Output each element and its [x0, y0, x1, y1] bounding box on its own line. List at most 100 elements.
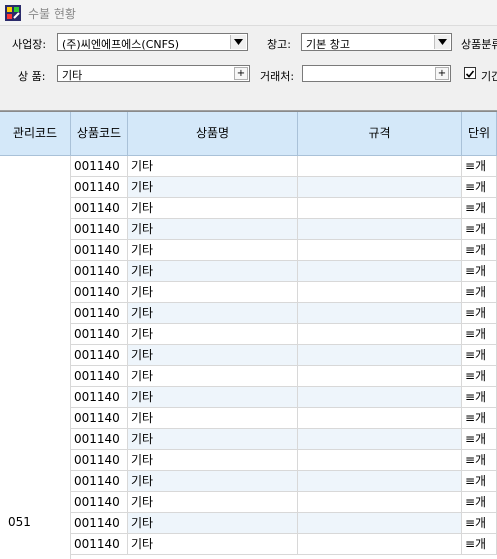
product-name-cell[interactable]: 기타: [128, 324, 298, 345]
product-code-cell[interactable]: 001140: [71, 282, 128, 303]
category-label: 상품분류: [461, 38, 497, 51]
unit-cell[interactable]: ≡개: [462, 366, 497, 387]
product-name-cell[interactable]: 기타: [128, 387, 298, 408]
spec-cell[interactable]: [298, 429, 462, 450]
spec-cell[interactable]: [298, 324, 462, 345]
product-code-cell[interactable]: 001140: [71, 345, 128, 366]
unit-cell[interactable]: ≡개: [462, 177, 497, 198]
spec-cell[interactable]: [298, 366, 462, 387]
spec-cell[interactable]: [298, 219, 462, 240]
product-name-cell[interactable]: 기타: [128, 345, 298, 366]
spec-cell[interactable]: [298, 198, 462, 219]
unit-cell[interactable]: ≡개: [462, 534, 497, 555]
unit-cell[interactable]: ≡개: [462, 219, 497, 240]
product-name-cell[interactable]: 기타: [128, 534, 298, 555]
app-icon: [5, 5, 21, 21]
unit-cell[interactable]: ≡개: [462, 345, 497, 366]
spec-cell[interactable]: [298, 408, 462, 429]
product-name-cell[interactable]: 기타: [128, 177, 298, 198]
product-code-cell[interactable]: 001140: [71, 324, 128, 345]
product-code-cell[interactable]: 001140: [71, 240, 128, 261]
warehouse-label: 창고:: [267, 38, 291, 51]
product-name-cell[interactable]: 기타: [128, 492, 298, 513]
spec-cell[interactable]: [298, 261, 462, 282]
column-header-unit[interactable]: 단위: [462, 112, 497, 156]
client-lookup-button[interactable]: +: [435, 67, 449, 80]
product-name-cell[interactable]: 기타: [128, 450, 298, 471]
unit-cell[interactable]: ≡개: [462, 261, 497, 282]
spec-cell[interactable]: [298, 450, 462, 471]
product-name-cell[interactable]: 기타: [128, 471, 298, 492]
mgmt-code-value: 051: [8, 515, 31, 529]
product-code-cell[interactable]: 001140: [71, 387, 128, 408]
product-name-cell[interactable]: 기타: [128, 261, 298, 282]
column-header-product-code[interactable]: 상품코드: [71, 112, 128, 156]
product-code-cell[interactable]: 001140: [71, 471, 128, 492]
unit-cell[interactable]: ≡개: [462, 513, 497, 534]
client-field[interactable]: +: [302, 65, 451, 82]
warehouse-value: 기본 창고: [306, 38, 350, 51]
spec-cell[interactable]: [298, 471, 462, 492]
unit-cell[interactable]: ≡개: [462, 429, 497, 450]
product-name-cell[interactable]: 기타: [128, 282, 298, 303]
product-value: 기타: [62, 69, 83, 82]
spec-cell[interactable]: [298, 387, 462, 408]
product-code-cell[interactable]: 001140: [71, 534, 128, 555]
unit-cell[interactable]: ≡개: [462, 324, 497, 345]
unit-cell[interactable]: ≡개: [462, 450, 497, 471]
unit-cell[interactable]: ≡개: [462, 156, 497, 177]
chevron-down-icon[interactable]: [434, 35, 450, 49]
spec-cell[interactable]: [298, 513, 462, 534]
unit-cell[interactable]: ≡개: [462, 198, 497, 219]
unit-cell[interactable]: ≡개: [462, 492, 497, 513]
product-field[interactable]: 기타 +: [57, 65, 250, 82]
spec-cell[interactable]: [298, 303, 462, 324]
unit-cell[interactable]: ≡개: [462, 282, 497, 303]
chevron-down-icon[interactable]: [230, 35, 246, 49]
product-name-cell[interactable]: 기타: [128, 240, 298, 261]
product-code-cell[interactable]: 001140: [71, 156, 128, 177]
product-name-cell[interactable]: 기타: [128, 303, 298, 324]
product-name-cell[interactable]: 기타: [128, 156, 298, 177]
spec-cell[interactable]: [298, 282, 462, 303]
spec-cell[interactable]: [298, 492, 462, 513]
product-code-cell[interactable]: 001140: [71, 492, 128, 513]
column-header-spec[interactable]: 규격: [298, 112, 462, 156]
workplace-label: 사업장:: [12, 38, 47, 51]
product-code-cell[interactable]: 001140: [71, 303, 128, 324]
window-title: 수불 현황: [28, 7, 76, 21]
product-name-cell[interactable]: 기타: [128, 366, 298, 387]
unit-cell[interactable]: ≡개: [462, 408, 497, 429]
title-bar: 수불 현황: [0, 0, 497, 26]
workplace-select[interactable]: (주)씨엔에프에스(CNFS): [57, 33, 248, 51]
spec-cell[interactable]: [298, 240, 462, 261]
unit-cell[interactable]: ≡개: [462, 240, 497, 261]
column-header-product-name[interactable]: 상품명: [128, 112, 298, 156]
unit-cell[interactable]: ≡개: [462, 303, 497, 324]
product-code-cell[interactable]: 001140: [71, 366, 128, 387]
mgmt-code-cell: 051: [0, 156, 71, 559]
product-name-cell[interactable]: 기타: [128, 429, 298, 450]
product-name-cell[interactable]: 기타: [128, 513, 298, 534]
period-checkbox[interactable]: [464, 67, 476, 79]
product-name-cell[interactable]: 기타: [128, 408, 298, 429]
product-code-cell[interactable]: 001140: [71, 261, 128, 282]
unit-cell[interactable]: ≡개: [462, 471, 497, 492]
spec-cell[interactable]: [298, 156, 462, 177]
product-name-cell[interactable]: 기타: [128, 219, 298, 240]
product-code-cell[interactable]: 001140: [71, 198, 128, 219]
spec-cell[interactable]: [298, 534, 462, 555]
unit-cell[interactable]: ≡개: [462, 387, 497, 408]
warehouse-select[interactable]: 기본 창고: [301, 33, 452, 51]
product-code-cell[interactable]: 001140: [71, 219, 128, 240]
product-code-cell[interactable]: 001140: [71, 450, 128, 471]
product-code-cell[interactable]: 001140: [71, 408, 128, 429]
spec-cell[interactable]: [298, 345, 462, 366]
product-code-cell[interactable]: 001140: [71, 513, 128, 534]
spec-cell[interactable]: [298, 177, 462, 198]
product-lookup-button[interactable]: +: [234, 67, 248, 80]
product-code-cell[interactable]: 001140: [71, 177, 128, 198]
product-name-cell[interactable]: 기타: [128, 198, 298, 219]
column-header-mgmt-code[interactable]: 관리코드: [0, 112, 71, 156]
product-code-cell[interactable]: 001140: [71, 429, 128, 450]
